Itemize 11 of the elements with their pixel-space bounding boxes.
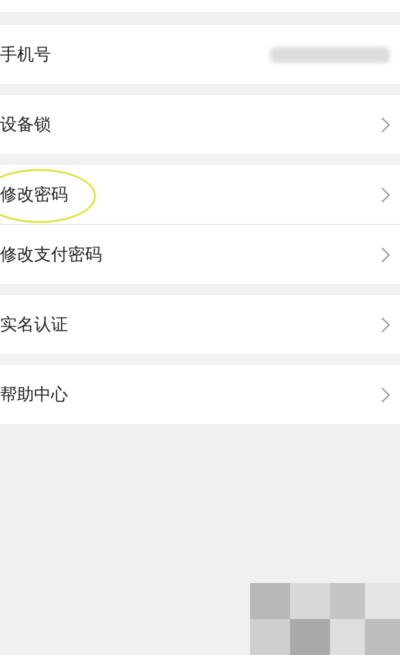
setting-label[interactable]: 手机号: [0, 43, 51, 66]
setting-label[interactable]: 实名认证: [0, 313, 68, 336]
chevron-right-icon: [381, 316, 390, 332]
setting-label[interactable]: 修改支付密码: [0, 243, 102, 266]
setting-label[interactable]: 设备锁: [0, 113, 51, 136]
chevron-right-icon: [381, 386, 390, 402]
chevron-right-icon: [381, 246, 390, 262]
chevron-right-icon: [381, 116, 390, 132]
chevron-right-icon: [381, 186, 390, 202]
setting-label[interactable]: 帮助中心: [0, 383, 68, 406]
setting-label[interactable]: 修改密码: [0, 183, 68, 206]
